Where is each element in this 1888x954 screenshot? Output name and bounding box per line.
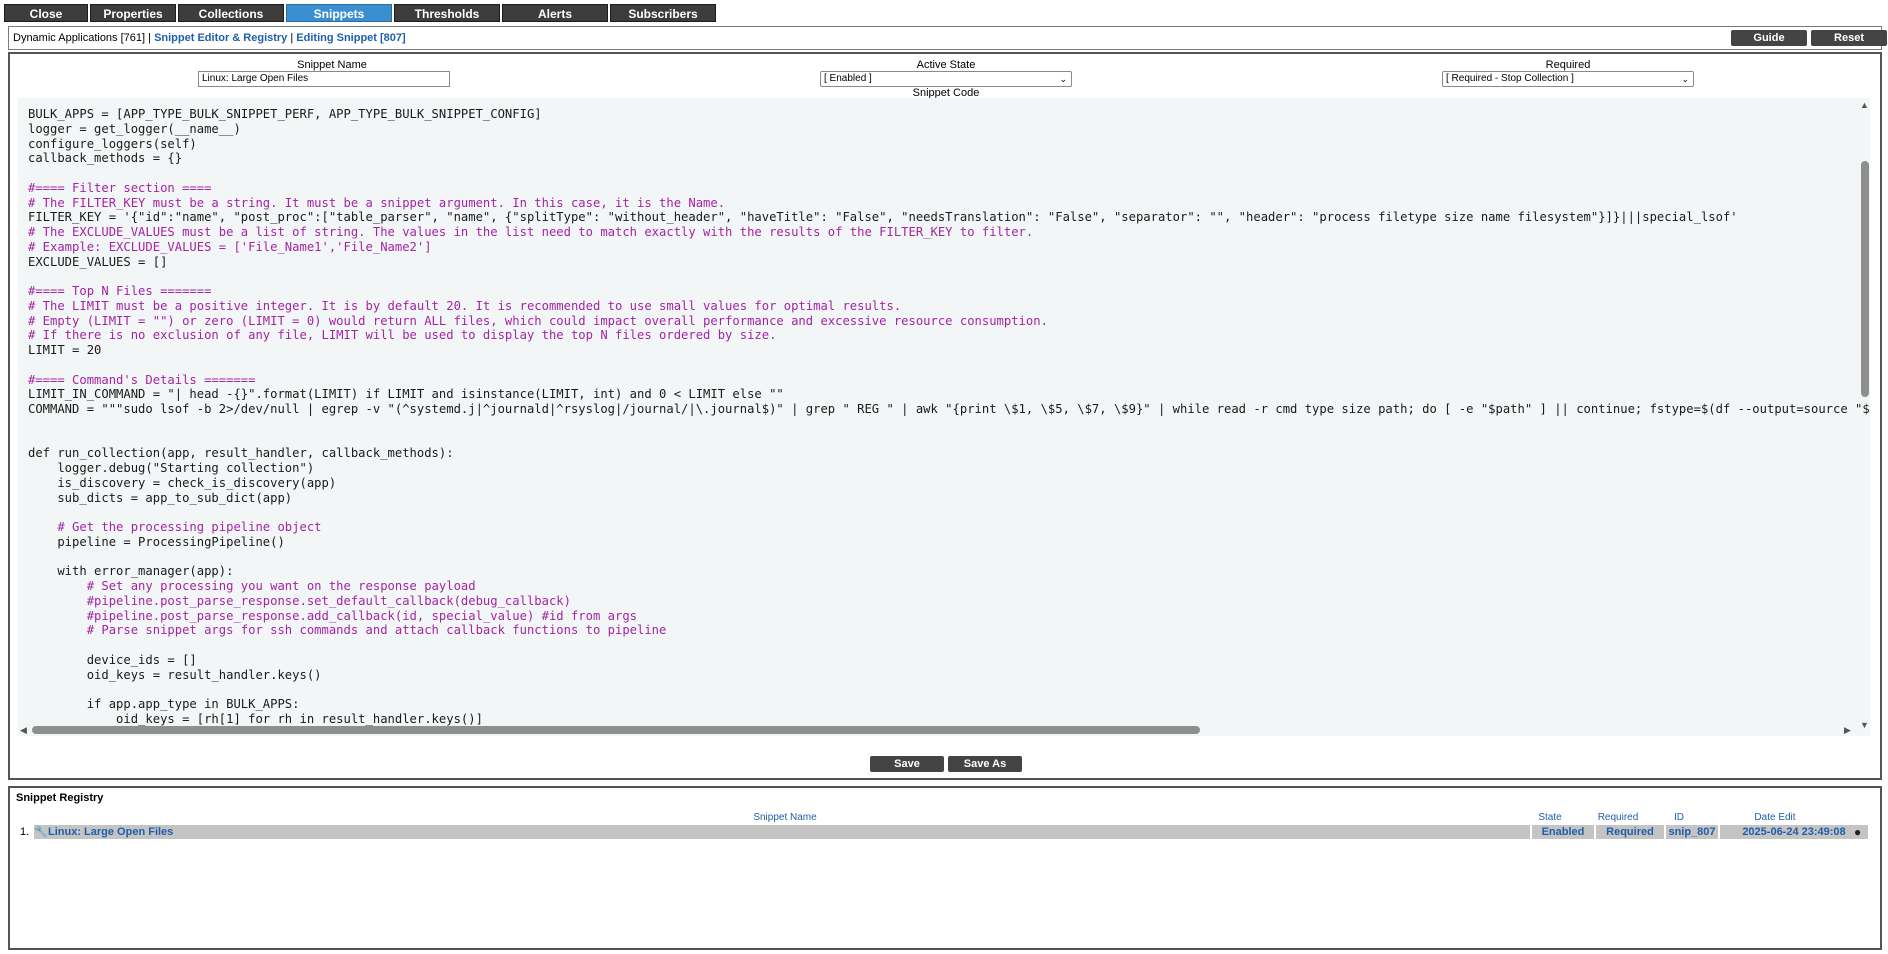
state-cell: Enabled (1532, 825, 1594, 839)
wrench-icon[interactable]: 🔧 (34, 825, 48, 839)
code-line: #==== Command's Details ======= (28, 372, 256, 387)
code-line: #pipeline.post_parse_response.set_defaul… (28, 593, 571, 608)
code-line: oid_keys = result_handler.keys() (28, 667, 322, 682)
active-state-select[interactable]: [ Enabled ] ⌄ (820, 71, 1072, 87)
code-line: LIMIT_IN_COMMAND = "| head -{}".format(L… (28, 387, 784, 402)
horizontal-scroll-thumb[interactable] (32, 726, 1200, 734)
code-line: BULK_APPS = [APP_TYPE_BULK_SNIPPET_PERF,… (28, 107, 542, 121)
code-line: is_discovery = check_is_discovery(app) (28, 475, 337, 490)
snippet-name-link[interactable]: Linux: Large Open Files (48, 826, 173, 838)
breadcrumb-separator: | (145, 32, 155, 44)
code-line: ​ (28, 432, 1870, 447)
snippet-name-cell[interactable]: 🔧Linux: Large Open Files (34, 825, 1530, 839)
tab-bar: Close Properties Collections Snippets Th… (4, 4, 716, 22)
code-line: #==== Top N Files ======= (28, 284, 212, 298)
row-index: 1. (20, 826, 30, 838)
scroll-up-icon[interactable]: ▲ (1860, 100, 1869, 110)
horizontal-scrollbar[interactable]: ◀ ▶ (18, 724, 1858, 736)
code-content: BULK_APPS = [APP_TYPE_BULK_SNIPPET_PERF,… (28, 107, 1870, 727)
snippet-editor-panel: Snippet Name Linux: Large Open Files Act… (8, 52, 1882, 780)
code-line: ​ (28, 269, 1870, 284)
reset-button[interactable]: Reset (1811, 30, 1887, 46)
code-line: logger = get_logger(__name__) (28, 121, 241, 136)
code-line: # Example: EXCLUDE_VALUES = ['File_Name1… (28, 239, 432, 254)
code-line: #pipeline.post_parse_response.add_callba… (28, 608, 638, 623)
snippet-registry-panel: Snippet Registry Snippet Name State Requ… (8, 786, 1882, 950)
column-header-snippet-name[interactable]: Snippet Name (660, 812, 910, 823)
code-line: # Set any processing you want on the res… (28, 579, 476, 593)
code-line: ​ (28, 358, 1870, 373)
code-line: # The FILTER_KEY must be a string. It mu… (28, 195, 726, 210)
code-line: if app.app_type in BULK_APPS: (28, 697, 300, 711)
date-cell: 2025-06-24 23:49:08 (1720, 825, 1868, 839)
page-header: Dynamic Applications [761] | Snippet Edi… (8, 26, 1887, 50)
code-line: # Parse snippet args for ssh commands an… (28, 623, 667, 638)
bomb-icon[interactable]: ● (1854, 825, 1861, 839)
code-line: # If there is no exclusion of any file, … (28, 328, 777, 343)
vertical-scrollbar[interactable]: ▲ ▼ (1858, 98, 1870, 736)
code-line: logger.debug("Starting collection") (28, 461, 315, 475)
code-line: ​ (28, 505, 1870, 520)
tab-alerts[interactable]: Alerts (502, 4, 608, 22)
snippet-name-input[interactable]: Linux: Large Open Files (198, 71, 450, 87)
code-line: #==== Filter section ==== (28, 180, 212, 195)
registry-title: Snippet Registry (16, 792, 104, 804)
guide-button[interactable]: Guide (1731, 30, 1807, 46)
tab-snippets[interactable]: Snippets (286, 4, 392, 22)
tab-properties[interactable]: Properties (90, 4, 176, 22)
breadcrumb-snippet-editor-link[interactable]: Snippet Editor & Registry (154, 32, 287, 44)
breadcrumb-separator: | (287, 32, 297, 44)
breadcrumb: Dynamic Applications [761] | Snippet Edi… (13, 32, 406, 44)
snippet-code-editor[interactable]: BULK_APPS = [APP_TYPE_BULK_SNIPPET_PERF,… (18, 98, 1870, 736)
vertical-scroll-thumb[interactable] (1861, 161, 1869, 397)
column-header-id[interactable]: ID (1654, 812, 1704, 823)
code-line: device_ids = [] (28, 652, 197, 667)
code-line: sub_dicts = app_to_sub_dict(app) (28, 490, 293, 505)
tab-collections[interactable]: Collections (178, 4, 284, 22)
code-line: # The LIMIT must be a positive integer. … (28, 298, 902, 313)
required-label: Required (1545, 59, 1591, 71)
chevron-down-icon: ⌄ (1681, 74, 1689, 84)
code-line: with error_manager(app): (28, 564, 234, 579)
chevron-down-icon: ⌄ (1059, 74, 1067, 84)
table-row: 1. 🔧Linux: Large Open Files Enabled Requ… (14, 825, 1876, 839)
code-line: def run_collection(app, result_handler, … (28, 446, 454, 461)
tab-close[interactable]: Close (4, 4, 88, 22)
code-line: LIMIT = 20 (28, 343, 102, 357)
code-line: configure_loggers(self) (28, 136, 197, 151)
code-line: # The EXCLUDE_VALUES must be a list of s… (28, 225, 1034, 239)
scroll-left-icon[interactable]: ◀ (20, 725, 27, 736)
scroll-down-icon[interactable]: ▼ (1860, 720, 1869, 730)
tab-thresholds[interactable]: Thresholds (394, 4, 500, 22)
code-line: ​ (28, 417, 1870, 432)
active-state-value: [ Enabled ] (824, 73, 872, 84)
code-line: ​ (28, 682, 1870, 697)
code-line: FILTER_KEY = '{"id":"name", "post_proc":… (28, 210, 1738, 225)
code-line: EXCLUDE_VALUES = [] (28, 254, 168, 269)
breadcrumb-editing-snippet-link[interactable]: Editing Snippet [807] (296, 32, 405, 44)
required-cell: Required (1596, 825, 1664, 839)
id-cell: snip_807 (1666, 825, 1718, 839)
code-line: # Get the processing pipeline object (28, 520, 322, 534)
code-line: ​ (28, 550, 1870, 565)
snippet-name-label: Snippet Name (297, 59, 367, 71)
code-line: ​ (28, 638, 1870, 653)
scroll-right-icon[interactable]: ▶ (1844, 725, 1851, 736)
column-header-date-edit[interactable]: Date Edit (1710, 812, 1840, 823)
required-value: [ Required - Stop Collection ] (1446, 73, 1574, 84)
code-line: # Empty (LIMIT = "") or zero (LIMIT = 0)… (28, 313, 1048, 328)
code-line: pipeline = ProcessingPipeline() (28, 534, 285, 549)
code-line: ​ (28, 166, 1870, 181)
column-header-state[interactable]: State (1520, 812, 1580, 823)
save-button[interactable]: Save (870, 756, 944, 772)
code-line: COMMAND = """sudo lsof -b 2>/dev/null | … (28, 402, 1870, 416)
save-as-button[interactable]: Save As (948, 756, 1022, 772)
active-state-label: Active State (916, 59, 976, 71)
code-line: callback_methods = {} (28, 151, 183, 166)
tab-subscribers[interactable]: Subscribers (610, 4, 716, 22)
required-select[interactable]: [ Required - Stop Collection ] ⌄ (1442, 71, 1694, 87)
breadcrumb-dynamic-applications: Dynamic Applications [761] (13, 32, 146, 44)
column-header-required[interactable]: Required (1586, 812, 1650, 823)
